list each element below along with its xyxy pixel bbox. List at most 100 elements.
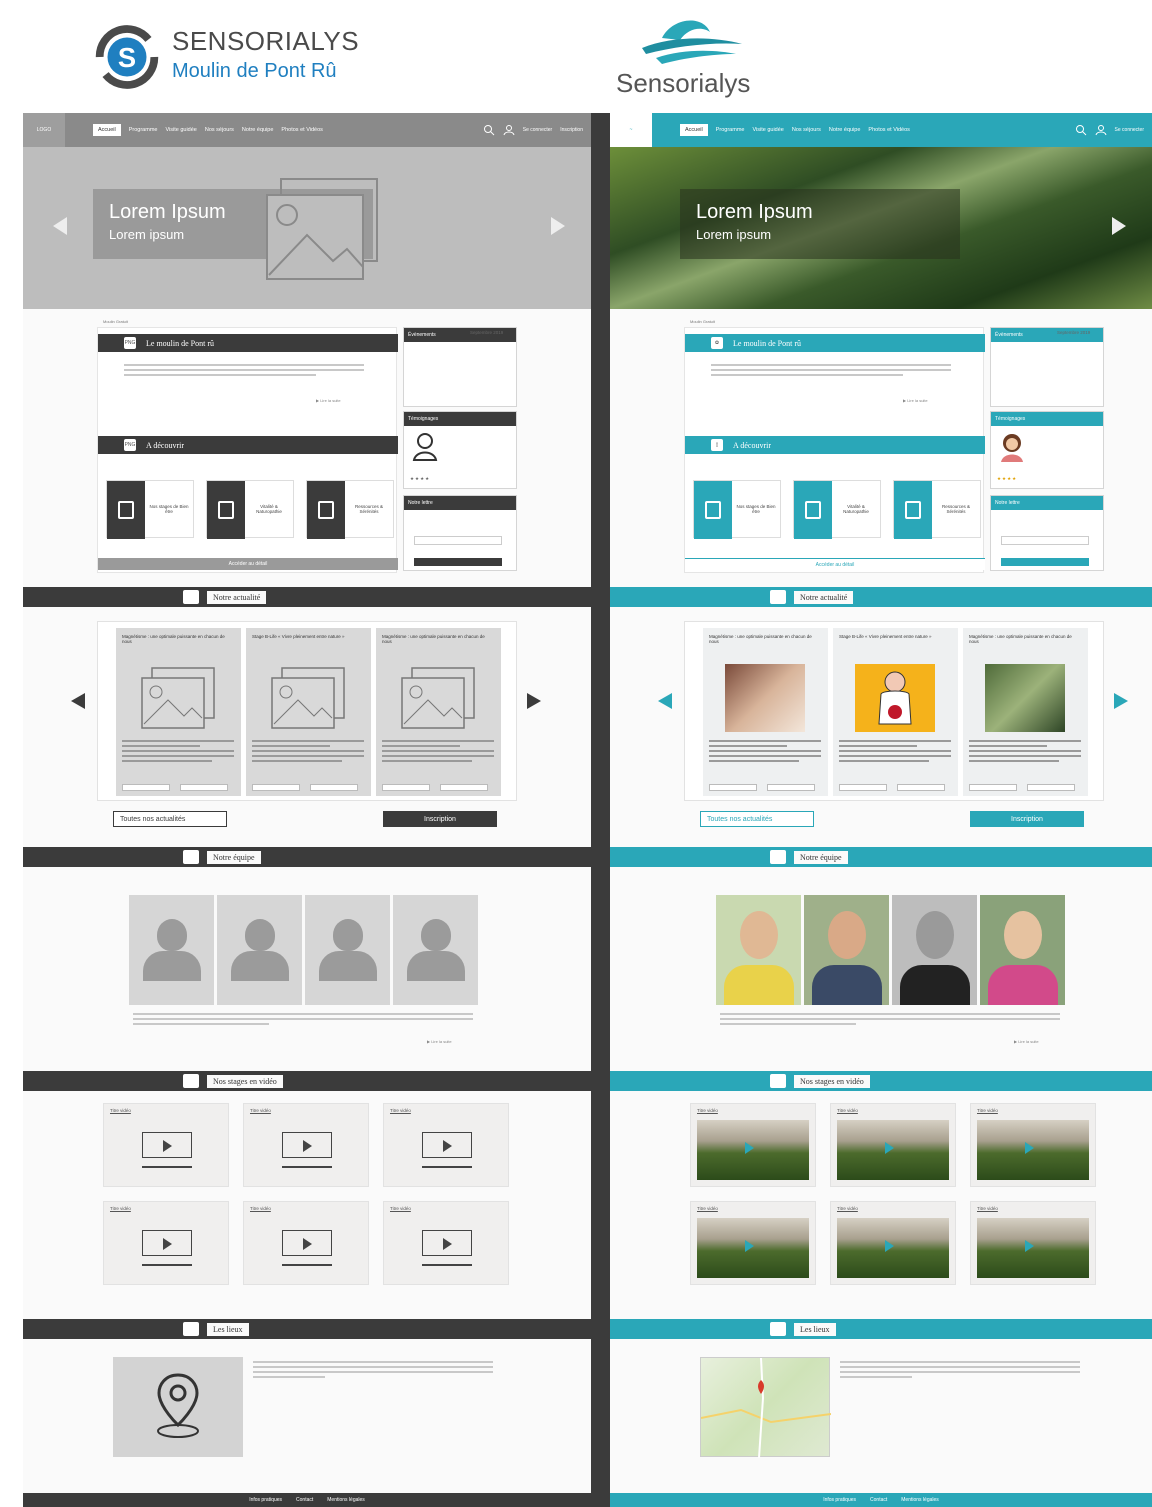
nav-logo[interactable]: ~ [610,113,652,147]
nav-item-sejours[interactable]: Nos séjours [205,127,234,133]
team-member-avatar[interactable] [980,895,1065,1005]
team-member-avatar[interactable] [892,895,977,1005]
search-icon[interactable] [1075,124,1087,136]
news-buttons[interactable] [709,784,815,791]
team-member-avatar[interactable] [804,895,889,1005]
team-member-avatar[interactable] [129,895,214,1005]
signup-link[interactable]: Inscription [560,127,583,133]
news-buttons[interactable] [382,784,488,791]
hero-next-arrow-icon[interactable] [1112,217,1126,235]
video-card[interactable]: Titre vidéo [970,1201,1096,1285]
nav-item-programme[interactable]: Programme [129,127,158,133]
discover-link[interactable]: Accéder au détail [98,558,398,570]
footer-link-mentions[interactable]: Mentions légales [327,1497,365,1503]
search-icon[interactable] [483,124,495,136]
team-member-avatar[interactable] [217,895,302,1005]
news-card[interactable]: Magnétisme : une optimale puissante en c… [703,628,828,796]
tile-stages[interactable]: Nos stages de Bien être [693,480,781,539]
video-card[interactable]: Titre vidéo [103,1103,229,1187]
news-card[interactable]: Stage B-Life « Vivre pleinement entre na… [246,628,371,796]
video-card[interactable]: Titre vidéo [830,1103,956,1187]
video-title[interactable]: Titre vidéo [250,1108,271,1113]
video-card[interactable]: Titre vidéo [243,1201,369,1285]
team-member-avatar[interactable] [305,895,390,1005]
tile-ressources[interactable]: Ressources & Sérénités [306,480,394,539]
team-member-avatar[interactable] [393,895,478,1005]
video-title[interactable]: Titre vidéo [837,1108,858,1113]
team-member-avatar[interactable] [716,895,801,1005]
video-title[interactable]: Titre vidéo [110,1108,131,1113]
news-next-arrow-icon[interactable] [527,693,541,709]
video-title[interactable]: Titre vidéo [977,1108,998,1113]
news-buttons[interactable] [122,784,228,791]
hero-next-arrow-icon[interactable] [551,217,565,235]
video-card[interactable]: Titre vidéo [103,1201,229,1285]
nav-item-equipe[interactable]: Notre équipe [829,127,861,133]
nav-item-accueil[interactable]: Accueil [680,124,708,136]
news-buttons[interactable] [969,784,1075,791]
video-card[interactable]: Titre vidéo [830,1201,956,1285]
video-card[interactable]: Titre vidéo [690,1201,816,1285]
video-title[interactable]: Titre vidéo [697,1108,718,1113]
map-view[interactable] [700,1357,831,1458]
news-buttons[interactable] [839,784,945,791]
login-link[interactable]: Se connecter [1115,127,1144,133]
nav-item-photos[interactable]: Photos et Vidéos [868,127,909,133]
news-buttons[interactable] [252,784,358,791]
user-icon[interactable] [503,124,515,136]
all-news-button[interactable]: Toutes nos actualités [113,811,227,827]
news-card[interactable]: Magnétisme : une optimale puissante en c… [963,628,1088,796]
video-title[interactable]: Titre vidéo [837,1206,858,1211]
video-title[interactable]: Titre vidéo [110,1206,131,1211]
nav-item-sejours[interactable]: Nos séjours [792,127,821,133]
news-prev-arrow-icon[interactable] [71,693,85,709]
video-title[interactable]: Titre vidéo [390,1108,411,1113]
newsletter-submit-button[interactable] [414,558,502,566]
footer-link-contact[interactable]: Contact [870,1497,887,1503]
footer-link-mentions[interactable]: Mentions légales [901,1497,939,1503]
footer-link-contact[interactable]: Contact [296,1497,313,1503]
video-card[interactable]: Titre vidéo [383,1103,509,1187]
discover-link[interactable]: Accéder au détail [685,558,985,570]
news-prev-arrow-icon[interactable] [658,693,672,709]
nav-item-visite[interactable]: Visite guidée [752,127,783,133]
footer-link-infos[interactable]: Infos pratiques [823,1497,856,1503]
team-read-more-link[interactable]: ▶ Lire la suite [1014,1039,1039,1044]
nav-item-photos[interactable]: Photos et Vidéos [281,127,322,133]
nav-item-programme[interactable]: Programme [716,127,745,133]
all-news-button[interactable]: Toutes nos actualités [700,811,814,827]
video-title[interactable]: Titre vidéo [250,1206,271,1211]
nav-item-visite[interactable]: Visite guidée [165,127,196,133]
team-read-more-link[interactable]: ▶ Lire la suite [427,1039,452,1044]
footer-link-infos[interactable]: Infos pratiques [249,1497,282,1503]
video-card[interactable]: Titre vidéo [690,1103,816,1187]
read-more-link[interactable]: ▶ Lire la suite [316,398,341,403]
news-card[interactable]: Stage B-Life « Vivre pleinement entre na… [833,628,958,796]
newsletter-input[interactable] [414,536,502,545]
hero-prev-arrow-icon[interactable] [53,217,67,235]
user-icon[interactable] [1095,124,1107,136]
tile-stages[interactable]: Nos stages de Bien être [106,480,194,539]
read-more-link[interactable]: ▶ Lire la suite [903,398,928,403]
nav-item-equipe[interactable]: Notre équipe [242,127,274,133]
nav-logo[interactable]: LOGO [23,113,65,147]
login-link[interactable]: Se connecter [523,127,552,133]
video-card[interactable]: Titre vidéo [383,1201,509,1285]
nav-item-accueil[interactable]: Accueil [93,124,121,136]
video-title[interactable]: Titre vidéo [390,1206,411,1211]
video-title[interactable]: Titre vidéo [977,1206,998,1211]
video-title[interactable]: Titre vidéo [697,1206,718,1211]
inscription-button[interactable]: Inscription [970,811,1084,827]
video-card[interactable]: Titre vidéo [243,1103,369,1187]
news-card[interactable]: Magnétisme : une optimale puissante en c… [376,628,501,796]
news-card[interactable]: Magnétisme : une optimale puissante en c… [116,628,241,796]
newsletter-submit-button[interactable] [1001,558,1089,566]
tile-vitalite[interactable]: Vitalité & Naturopathie [206,480,294,539]
tile-vitalite[interactable]: Vitalité & Naturopathie [793,480,881,539]
map-placeholder[interactable] [113,1357,243,1457]
video-card[interactable]: Titre vidéo [970,1103,1096,1187]
inscription-button[interactable]: Inscription [383,811,497,827]
news-next-arrow-icon[interactable] [1114,693,1128,709]
newsletter-input[interactable] [1001,536,1089,545]
tile-ressources[interactable]: Ressources & Sérénités [893,480,981,539]
